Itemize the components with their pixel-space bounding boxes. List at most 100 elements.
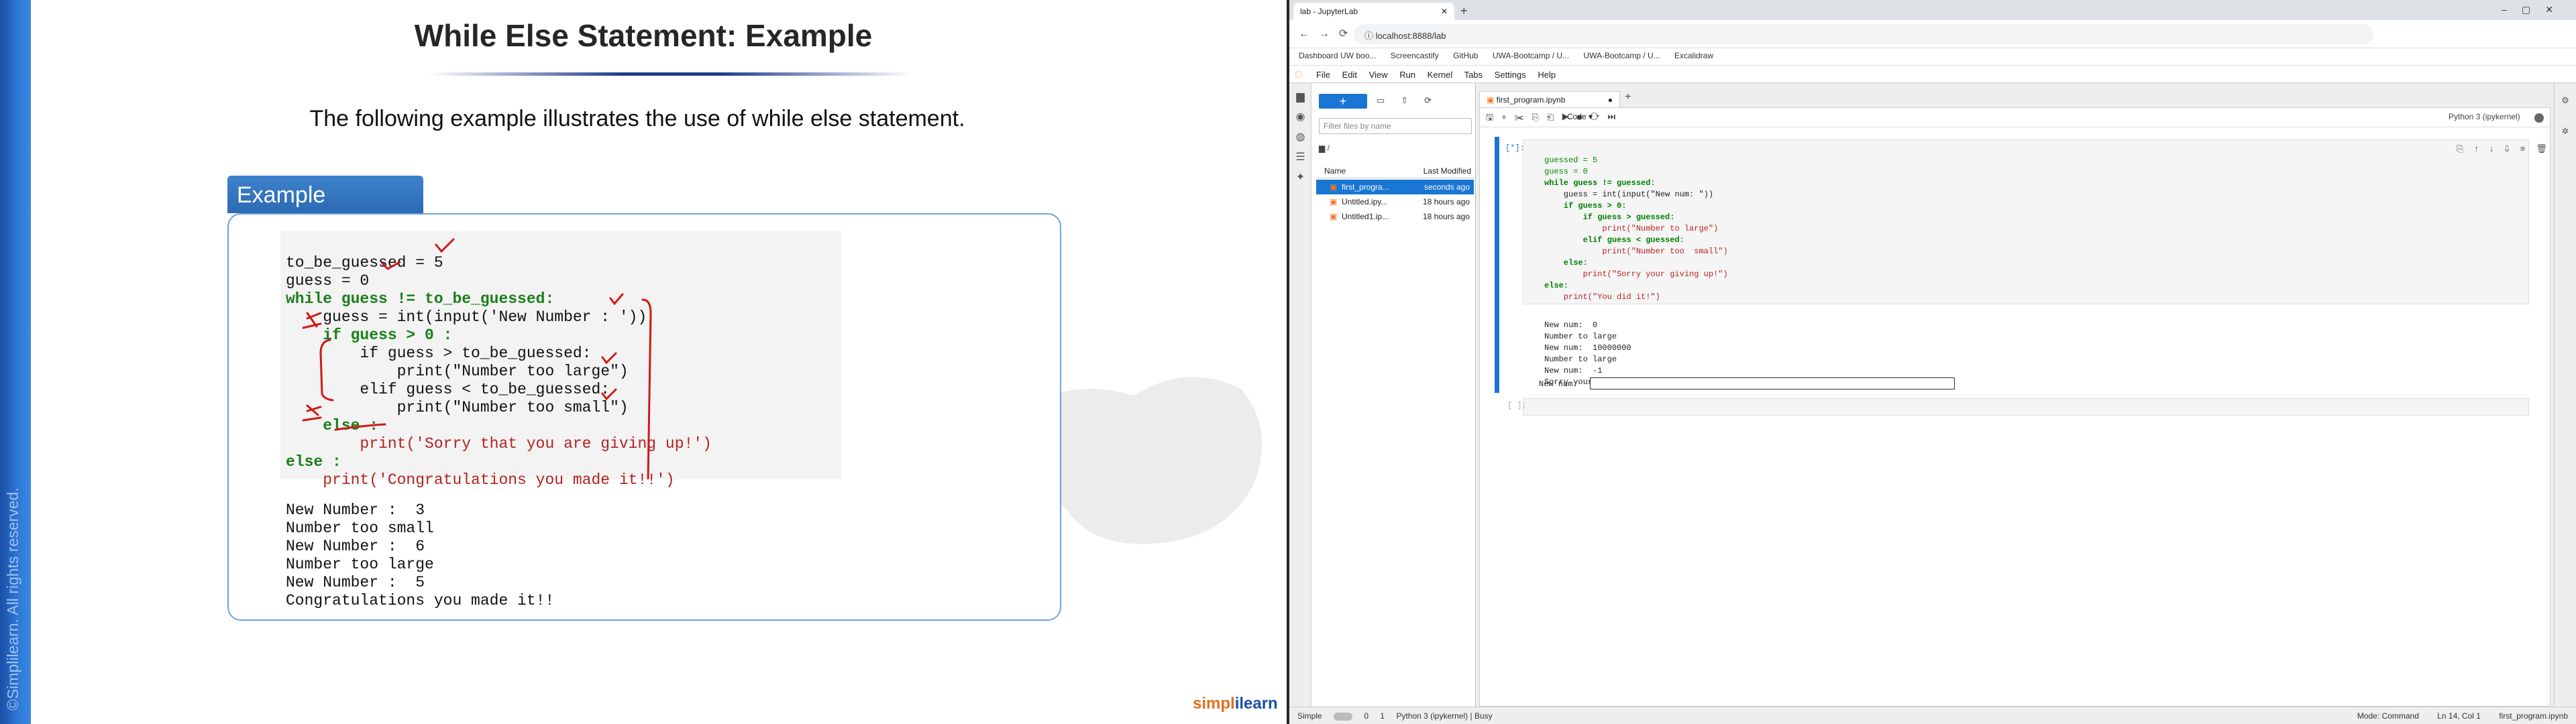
file-list-header: Name Last Modified [1316,164,1474,178]
cursor-position[interactable]: Ln 14, Col 1 [2437,711,2481,721]
code-line: while guess != guessed: [1544,178,1656,188]
kernel-busy-icon [2534,113,2544,123]
cell-toolbar[interactable]: ⎘↑↓⇩≡🗑 [2457,143,2558,154]
add-tab-icon[interactable]: + [1625,91,1631,103]
bookmark-item[interactable]: UWA-Bootcamp / U... [1583,51,1660,60]
output-line: New Number : 5 [286,574,425,591]
output-cell-marker [1495,306,1499,393]
example-label: Example [227,176,423,213]
code-line: elif guess < guessed: [1544,235,1684,245]
kernel-name[interactable]: Python 3 (ipykernel) [2449,112,2520,121]
notebook-tab[interactable]: ▣ first_program.ipynb ● [1479,91,1620,109]
cell-prompt: [*]: [1505,143,1525,153]
new-tab-icon[interactable]: + [1460,4,1468,18]
extension-icon[interactable]: ✦ [1289,170,1311,184]
jupyter-logo-icon: ◌ [1295,67,1303,82]
folder-icon[interactable]: ▆ [1289,90,1311,103]
output-line: New num: -1 [1544,366,1603,375]
nav-buttons[interactable]: ←→⟳ [1299,27,1357,40]
mode-status: Mode: Command [2357,711,2419,721]
bookmark-item[interactable]: GitHub [1453,51,1478,60]
running-icon[interactable]: ◉ [1289,110,1311,123]
presentation-slide: ©Simplilearn. All rights reserved. While… [0,0,1287,724]
notebook-icon: ▣ [1487,95,1497,105]
terminal-count[interactable]: 0 [1364,711,1368,721]
code-line: print("Sorry your giving up!") [1544,269,1728,279]
output-line: New num: 0 [1544,320,1598,330]
cell-output: New num: 0 Number to large New num: 100000… [1544,308,1646,411]
filter-files-input[interactable]: Filter files by name [1319,118,1472,134]
code-line: guess = int(input("New num: ")) [1544,190,1714,199]
bookmark-item[interactable]: Dashboard UW boo... [1299,51,1376,60]
file-row[interactable]: ▣ first_progra... seconds ago [1316,180,1474,194]
copyright-text: ©Simplilearn. All rights reserved. [4,487,21,711]
stdin-input[interactable] [1590,377,1955,389]
toc-icon[interactable]: ☰ [1289,150,1311,164]
right-sidebar: ⚙ ✲ [2554,83,2576,707]
code-line: print("Number to large") [1544,224,1719,233]
status-bar: Simple 0 1 Python 3 (ipykernel) | Busy M… [1289,707,2576,724]
debugger-icon[interactable]: ✲ [2555,126,2576,137]
window-controls[interactable]: –▢✕ [2502,4,2568,15]
column-last-modified[interactable]: Last Modified [1424,166,1471,176]
bookmark-item[interactable]: UWA-Bootcamp / U... [1493,51,1569,60]
code-line: else: [1544,258,1588,267]
simple-mode-toggle[interactable] [1334,712,1353,721]
simplilearn-logo: simplilearn [1193,695,1278,713]
bookmarks-bar: Dashboard UW boo... Screencastify GitHub… [1289,48,2576,66]
status-file-name: first_program.ipynb [2499,711,2568,721]
new-launcher-button[interactable]: + [1319,94,1367,109]
address-bar[interactable]: ⓘ localhost:8888/lab [1354,24,2373,44]
notebook-icon: ▣ [1330,182,1338,192]
file-row[interactable]: ▣ Untitled.ipy... 18 hours ago [1316,194,1474,209]
output-line: Number too large [286,556,434,573]
commands-icon[interactable]: ◍ [1289,130,1311,143]
kernel-status[interactable]: Python 3 (ipykernel) | Busy [1396,711,1492,721]
title-underline [429,72,912,76]
output-line: Number to large [1544,332,1617,341]
menu-file[interactable]: File [1316,70,1330,80]
simple-mode-label: Simple [1297,711,1322,721]
lock-icon: ⓘ [1364,31,1376,41]
settings-gear-icon[interactable]: ⚙ [2555,95,2576,106]
tab-title: lab - JupyterLab [1300,7,1358,16]
unsaved-dot-icon[interactable]: ● [1608,95,1613,105]
column-name[interactable]: Name [1324,166,1346,176]
program-output: New Number : 3 Number too small New Number… [286,483,554,646]
file-row[interactable]: ▣ Untitled1.ip... 18 hours ago [1316,209,1474,224]
url-text: localhost:8888/lab [1375,31,1446,41]
output-line: New Number : 6 [286,538,425,555]
menu-edit[interactable]: Edit [1342,70,1357,80]
bookmark-item[interactable]: Screencastify [1391,51,1439,60]
bookmark-item[interactable]: Excalidraw [1674,51,1713,60]
code-line: if guess > 0: [1544,201,1627,210]
empty-code-cell[interactable] [1523,398,2529,416]
close-tab-icon[interactable]: ✕ [1441,7,1448,16]
slide-subtitle: The following example illustrates the us… [309,106,965,131]
output-line: Congratulations you made it!! [286,592,555,609]
notebook-icon: ▣ [1330,212,1338,221]
menu-view[interactable]: View [1369,70,1388,80]
notebook-toolbar[interactable]: 🖫+✂⎘⎗▶■⟳⏭ [1479,107,2551,127]
menu-settings[interactable]: Settings [1495,70,1526,80]
browser-tab-bar [1289,0,2576,20]
cell-type-select[interactable]: Code ▾ [1563,111,1619,124]
breadcrumb[interactable]: ▆ / [1319,143,1330,153]
browser-window: lab - JupyterLab ✕ + –▢✕ ←→⟳ ⓘ localhost:… [1289,0,2576,724]
menu-help[interactable]: Help [1538,70,1556,80]
code-line: guess = 0 [1544,167,1588,176]
menu-run[interactable]: Run [1399,70,1415,80]
kernel-count[interactable]: 1 [1380,711,1385,721]
left-sidebar: ▆ ◉ ◍ ☰ ✦ [1289,83,1311,707]
output-line: New Number : 3 [286,501,425,519]
code-line: print("You did it!") [1544,292,1660,302]
input-prompt-label: New num: [1539,379,1578,389]
file-browser-toolbar[interactable]: ▭⇧⟳ [1377,95,1448,106]
code-line: else: [1544,281,1569,290]
menu-kernel[interactable]: Kernel [1428,70,1453,80]
browser-tab[interactable]: lab - JupyterLab ✕ [1293,3,1454,20]
code-line: if guess > guessed: [1544,213,1675,222]
cell-code[interactable]: guessed = 5 guess = 0 while guess != guess… [1544,143,1728,326]
output-line: Number to large [1544,355,1617,364]
menu-tabs[interactable]: Tabs [1464,70,1483,80]
